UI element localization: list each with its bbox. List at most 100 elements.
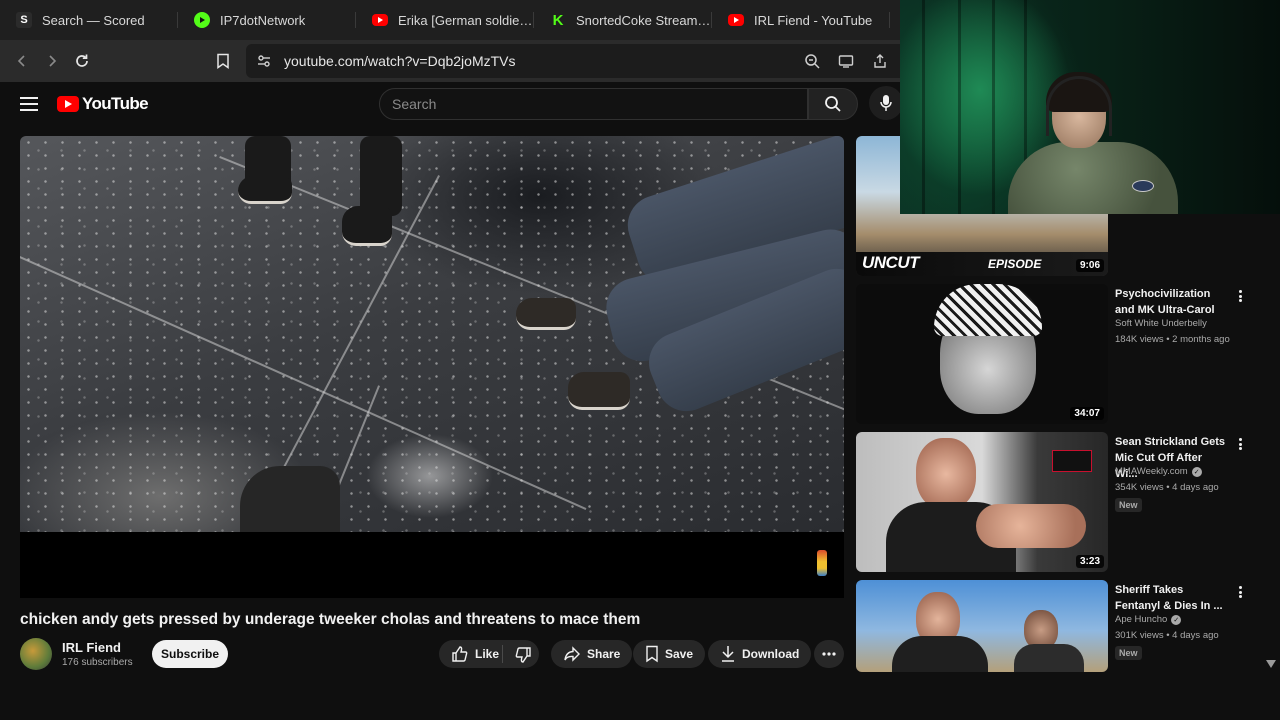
bookmark-icon <box>217 53 229 69</box>
share-page-icon[interactable] <box>872 53 888 69</box>
site-settings-icon[interactable] <box>256 53 272 69</box>
browser-tab[interactable]: Erika [German soldier lo <box>356 0 534 40</box>
video-thumbnail[interactable] <box>856 580 1108 672</box>
like-divider <box>502 645 503 663</box>
recommendation-title[interactable]: Psychocivilization and MK Ultra-Carol <box>1115 286 1227 318</box>
search-icon <box>825 96 841 112</box>
scroll-down-arrow-icon[interactable] <box>1266 660 1276 668</box>
reload-icon <box>76 54 88 67</box>
sneaker <box>568 372 630 410</box>
duration-badge: 3:23 <box>1075 555 1104 568</box>
browser-tab-active[interactable]: IRL Fiend - YouTube <box>712 0 890 40</box>
url-text[interactable]: youtube.com/watch?v=Dqb2joMzTVs <box>284 53 516 69</box>
player-letterbox <box>20 532 844 598</box>
zoom-icon[interactable] <box>804 53 820 69</box>
hamburger-menu-icon[interactable] <box>20 97 38 111</box>
thumbnail-text: UNCUT <box>862 253 920 272</box>
kick-icon: K <box>552 11 564 29</box>
recommendation-meta: 354K views • 4 days ago <box>1115 482 1219 493</box>
search-input[interactable] <box>380 89 807 119</box>
tab-label: Erika [German soldier lo <box>398 12 534 28</box>
channel-name[interactable]: IRL Fiend <box>62 640 121 655</box>
thumbs-up-icon <box>452 646 468 662</box>
share-icon <box>564 646 580 662</box>
channel-label: Ape Huncho <box>1115 614 1168 625</box>
thumbnail-hand <box>976 504 1086 548</box>
youtube-icon <box>728 14 744 26</box>
recommendation-channel[interactable]: Ape Huncho ✓ <box>1115 614 1182 625</box>
tab-label: Search — Scored <box>42 12 145 28</box>
search-box[interactable] <box>379 88 808 120</box>
bookmark-save-icon <box>646 645 658 663</box>
save-label: Save <box>665 647 694 661</box>
youtube-logo[interactable]: YouTube <box>57 94 149 114</box>
search-button[interactable] <box>808 88 858 120</box>
video-thumbnail[interactable]: 3:23 <box>856 432 1108 572</box>
recommendation-channel[interactable]: Soft White Underbelly <box>1115 318 1207 329</box>
cast-icon[interactable] <box>838 53 854 69</box>
share-button[interactable]: Share <box>551 640 633 668</box>
thumbnail-face <box>916 438 976 510</box>
channel-watermark-icon <box>817 550 827 576</box>
sneaker <box>238 176 292 204</box>
more-horizontal-icon <box>822 652 836 656</box>
subscriber-count: 176 subscribers <box>62 657 133 668</box>
share-label: Share <box>587 647 621 661</box>
bookmark-button[interactable] <box>210 48 236 74</box>
recommendation-item[interactable]: Sheriff Takes Fentanyl & Dies In ... Ape… <box>856 580 1280 672</box>
video-frame[interactable] <box>20 136 844 598</box>
video-player[interactable] <box>20 136 844 598</box>
scored-icon: S <box>16 12 32 28</box>
verified-icon: ✓ <box>1191 466 1202 477</box>
more-options-icon[interactable] <box>1234 584 1246 600</box>
download-button[interactable]: Download <box>708 640 812 668</box>
save-button[interactable]: Save <box>633 640 706 668</box>
duration-badge: 9:06 <box>1075 259 1104 272</box>
chevron-right-icon <box>49 55 57 67</box>
back-button[interactable] <box>9 48 35 74</box>
curtain-fold <box>992 0 995 214</box>
more-actions-button[interactable] <box>814 640 844 668</box>
microphone-icon <box>880 95 892 111</box>
dark-shoe <box>240 466 340 536</box>
download-label: Download <box>742 647 800 661</box>
recommendation-title[interactable]: Sheriff Takes Fentanyl & Dies In ... <box>1115 582 1227 614</box>
subscribe-button[interactable]: Subscribe <box>152 640 228 668</box>
more-options-icon[interactable] <box>1234 436 1246 452</box>
recommendation-item[interactable]: 3:23 Sean Strickland Gets Mic Cut Off Af… <box>856 432 1280 572</box>
more-options-icon[interactable] <box>1234 288 1246 304</box>
sneaker <box>516 298 576 330</box>
duration-badge: 34:07 <box>1070 407 1104 420</box>
youtube-logo-text: YouTube <box>82 94 149 113</box>
forward-button[interactable] <box>39 48 65 74</box>
browser-tab[interactable]: S Search — Scored <box>0 0 178 40</box>
curtain-fold <box>922 0 925 214</box>
recommendation-channel[interactable]: MMAWeekly.com ✓ <box>1115 466 1202 477</box>
person-leg <box>360 136 402 216</box>
dislike-button[interactable] <box>512 645 534 665</box>
webcam-overlay <box>900 0 1280 214</box>
channel-label: Soft White Underbelly <box>1115 318 1207 329</box>
video-thumbnail[interactable]: 34:07 <box>856 284 1108 424</box>
new-badge: New <box>1115 498 1142 512</box>
video-title: chicken andy gets pressed by underage tw… <box>20 611 641 628</box>
voice-search-button[interactable] <box>869 86 903 120</box>
recommendation-meta: 301K views • 4 days ago <box>1115 630 1219 641</box>
like-label: Like <box>475 647 500 661</box>
thumbnail-shirt <box>892 636 988 672</box>
chevron-left-icon <box>17 55 25 67</box>
tab-label: SnortedCoke Stream - W <box>576 12 712 28</box>
like-button[interactable]: Like <box>451 645 499 663</box>
channel-avatar[interactable] <box>20 638 52 670</box>
download-icon <box>722 646 734 662</box>
browser-tab[interactable]: IP7dotNetwork <box>178 0 356 40</box>
thumbs-down-icon <box>515 647 531 663</box>
streamer-torso <box>1008 142 1178 214</box>
browser-tab[interactable]: K SnortedCoke Stream - W <box>534 0 712 40</box>
shirt-logo <box>1132 180 1154 192</box>
thumbnail-shirt <box>1014 644 1084 672</box>
recommendation-item[interactable]: 34:07 Psychocivilization and MK Ultra-Ca… <box>856 284 1280 424</box>
address-bar[interactable]: youtube.com/watch?v=Dqb2joMzTVs <box>246 44 906 78</box>
reload-button[interactable] <box>69 48 95 74</box>
tab-label: IP7dotNetwork <box>220 12 306 28</box>
